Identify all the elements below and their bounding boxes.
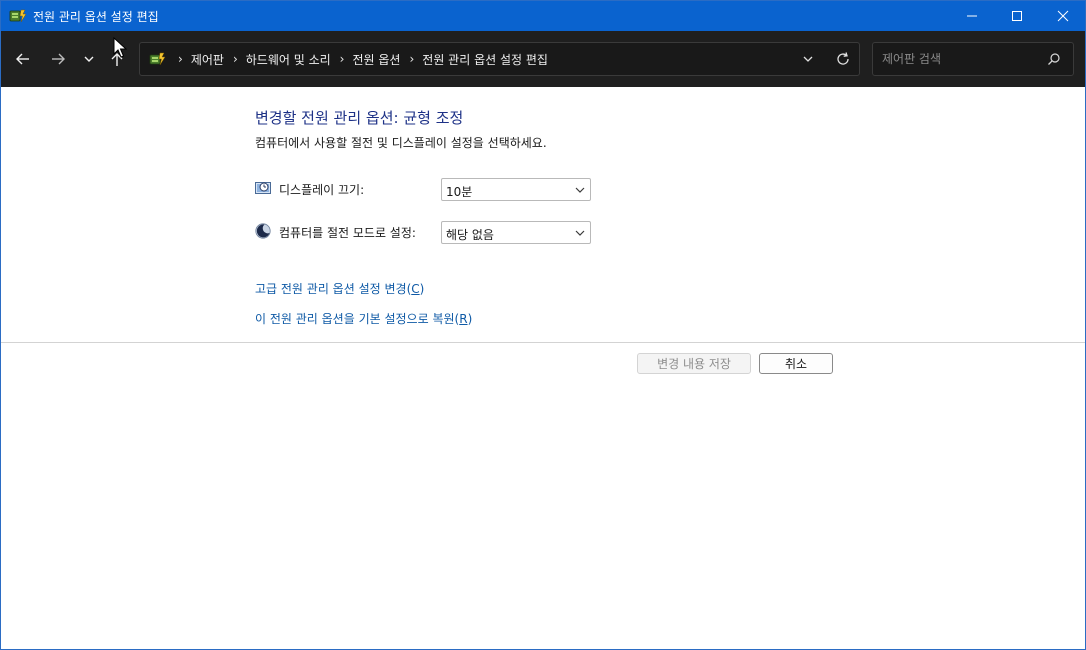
moon-icon	[255, 223, 271, 239]
breadcrumb: › 제어판 › 하드웨어 및 소리 › 전원 옵션 › 전원 관리 옵션 설정 …	[172, 43, 548, 75]
breadcrumb-control-panel[interactable]: 제어판	[191, 51, 224, 68]
restore-defaults-link-text: 이 전원 관리 옵션을 기본 설정으로 복원	[255, 312, 455, 326]
power-plan-window: 전원 관리 옵션 설정 편집 › 제어판 › 하드웨어 및 소리 › 전원 옵션…	[0, 0, 1086, 650]
display-off-select[interactable]: 10분	[441, 178, 591, 201]
advanced-settings-link[interactable]: 고급 전원 관리 옵션 설정 변경(C)	[255, 280, 424, 297]
divider	[1, 342, 1085, 343]
advanced-settings-link-text: 고급 전원 관리 옵션 설정 변경	[255, 282, 407, 296]
chevron-down-icon	[84, 56, 94, 62]
chevron-right-icon[interactable]: ›	[340, 52, 345, 66]
page-title: 변경할 전원 관리 옵션: 균형 조정	[255, 109, 464, 127]
display-off-label: 디스플레이 끄기:	[279, 183, 365, 197]
address-bar[interactable]: › 제어판 › 하드웨어 및 소리 › 전원 옵션 › 전원 관리 옵션 설정 …	[139, 42, 860, 76]
minimize-button[interactable]	[949, 1, 995, 31]
mouse-cursor-icon	[113, 37, 127, 58]
search-icon[interactable]	[1047, 52, 1061, 66]
maximize-icon	[1012, 11, 1022, 21]
minimize-icon	[967, 15, 977, 17]
chevron-down-icon	[803, 56, 813, 62]
chevron-right-icon[interactable]: ›	[409, 52, 414, 66]
display-off-value: 10분	[446, 185, 473, 199]
cancel-button[interactable]: 취소	[759, 353, 833, 374]
monitor-clock-icon	[255, 180, 271, 196]
navigation-bar: › 제어판 › 하드웨어 및 소리 › 전원 옵션 › 전원 관리 옵션 설정 …	[1, 31, 1085, 87]
content-area: 변경할 전원 관리 옵션: 균형 조정 컴퓨터에서 사용할 절전 및 디스플레이…	[1, 87, 1085, 649]
title-bar[interactable]: 전원 관리 옵션 설정 편집	[1, 1, 1085, 31]
save-changes-button[interactable]: 변경 내용 저장	[637, 353, 751, 374]
arrow-left-icon	[16, 53, 29, 65]
breadcrumb-edit-plan-settings[interactable]: 전원 관리 옵션 설정 편집	[422, 51, 548, 68]
refresh-icon	[837, 52, 849, 65]
refresh-button[interactable]	[834, 50, 852, 68]
breadcrumb-hardware-sound[interactable]: 하드웨어 및 소리	[246, 51, 331, 68]
close-button[interactable]	[1040, 1, 1085, 31]
sleep-label: 컴퓨터를 절전 모드로 설정:	[279, 226, 416, 240]
chevron-down-icon	[575, 187, 585, 193]
sleep-value: 해당 없음	[446, 228, 494, 242]
back-button[interactable]	[11, 46, 35, 72]
breadcrumb-power-options[interactable]: 전원 옵션	[352, 51, 400, 68]
sleep-select[interactable]: 해당 없음	[441, 221, 591, 244]
restore-defaults-link[interactable]: 이 전원 관리 옵션을 기본 설정으로 복원(R)	[255, 310, 472, 327]
window-title: 전원 관리 옵션 설정 편집	[33, 10, 159, 24]
search-box[interactable]	[872, 42, 1074, 76]
advanced-settings-accel-key: C	[411, 282, 420, 296]
page-subtitle: 컴퓨터에서 사용할 절전 및 디스플레이 설정을 선택하세요.	[255, 136, 547, 150]
recent-locations-button[interactable]	[77, 46, 101, 72]
power-options-icon	[9, 8, 27, 24]
maximize-button[interactable]	[994, 1, 1040, 31]
address-history-button[interactable]	[800, 51, 816, 67]
arrow-right-icon	[52, 53, 65, 65]
chevron-down-icon	[575, 230, 585, 236]
chevron-right-icon: ›	[178, 52, 183, 66]
close-icon	[1057, 10, 1069, 22]
control-panel-icon	[148, 51, 166, 67]
restore-defaults-accel-key: R	[459, 312, 468, 326]
chevron-right-icon[interactable]: ›	[233, 52, 238, 66]
search-input[interactable]	[874, 44, 1044, 74]
forward-button[interactable]	[46, 46, 70, 72]
